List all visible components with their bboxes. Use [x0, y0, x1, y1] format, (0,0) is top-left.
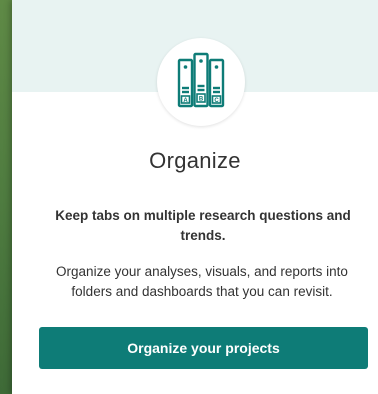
- binder-c-label: C: [214, 98, 219, 104]
- binders-abc-icon: A B C: [177, 52, 225, 108]
- binder-a-label: A: [183, 98, 188, 104]
- card-subtitle: Keep tabs on multiple research questions…: [55, 208, 351, 243]
- binder-b-label: B: [199, 97, 204, 103]
- background-panel: [0, 0, 12, 394]
- organize-card: A B C Organize Keep tabs on multiple res: [12, 0, 378, 394]
- card-title: Organize: [149, 148, 241, 173]
- card-description: Organize your analyses, visuals, and rep…: [56, 264, 348, 299]
- icon-badge: A B C: [157, 38, 245, 126]
- organize-projects-button[interactable]: Organize your projects: [39, 327, 368, 369]
